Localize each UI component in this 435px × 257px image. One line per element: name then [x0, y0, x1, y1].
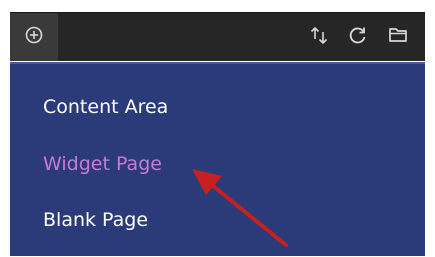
sort-arrows-icon — [308, 24, 330, 50]
menu-item-blank-page[interactable]: Blank Page — [43, 209, 148, 231]
plus-circle-icon — [24, 25, 44, 49]
toolbar — [10, 12, 425, 61]
folder-icon — [387, 24, 409, 50]
folder-button[interactable] — [386, 25, 410, 49]
screenshot-frame: Content Area Widget Page Blank Page — [0, 0, 435, 257]
menu-item-content-area[interactable]: Content Area — [43, 96, 168, 118]
add-page-menu: Content Area Widget Page Blank Page — [10, 62, 425, 256]
add-button[interactable] — [10, 13, 58, 61]
refresh-icon — [347, 24, 369, 50]
refresh-button[interactable] — [346, 25, 370, 49]
sort-button[interactable] — [307, 25, 331, 49]
menu-item-widget-page[interactable]: Widget Page — [43, 153, 162, 175]
